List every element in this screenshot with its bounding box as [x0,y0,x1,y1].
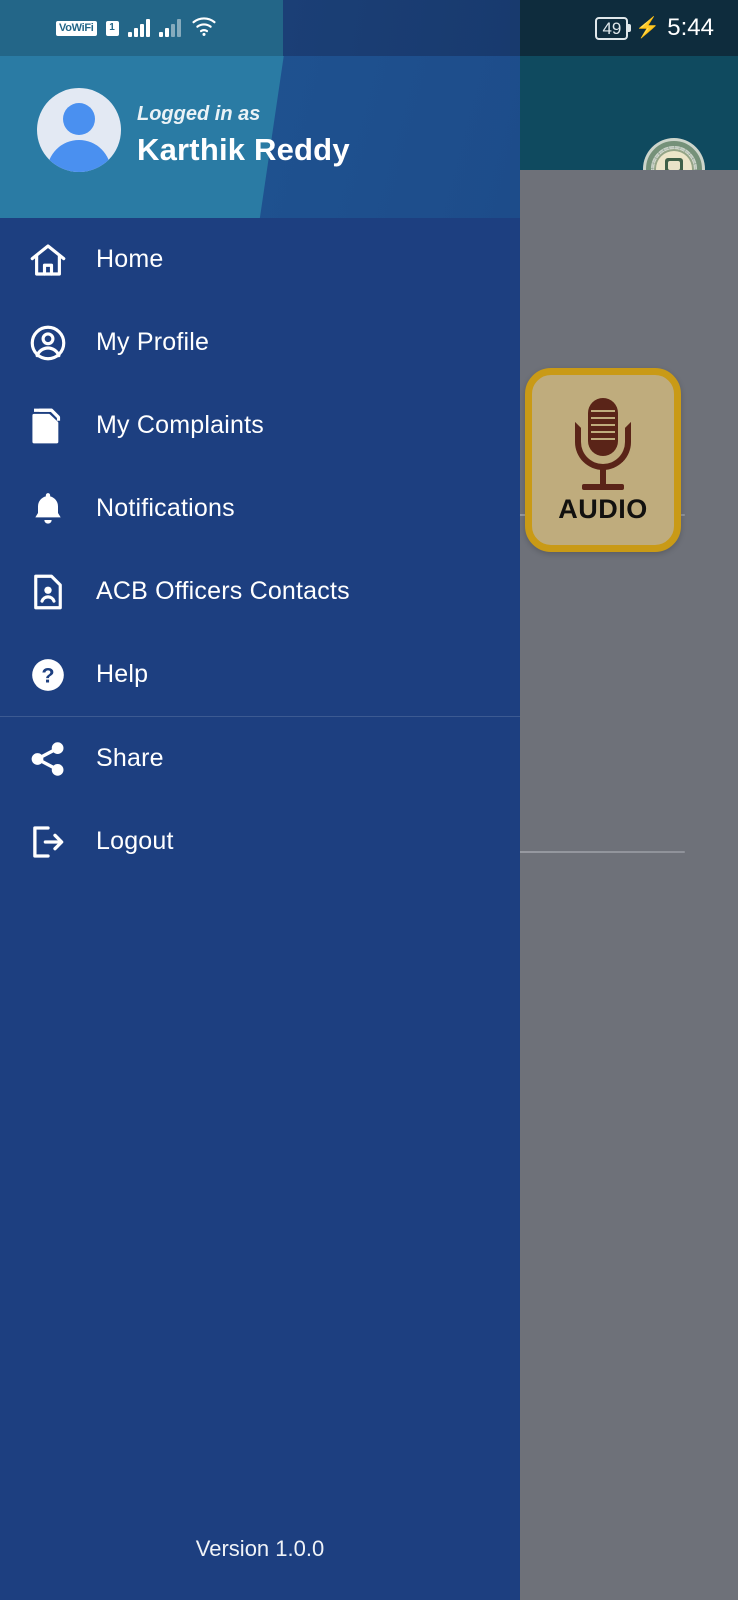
sidebar-item-my-complaints[interactable]: My Complaints [0,384,520,467]
status-bar-icons: VoWiFi 1 [56,0,218,56]
sidebar-item-label: Help [96,660,149,688]
audio-card-label: AUDIO [558,493,648,524]
logged-in-block: Logged in as Karthik Reddy [137,103,477,168]
help-circle-icon: ? [0,655,96,695]
sidebar-item-label: ACB Officers Contacts [96,577,350,605]
sidebar-item-acb-officers-contacts[interactable]: ACB Officers Contacts [0,550,520,633]
status-bar-mid-bg [283,0,520,56]
app-version-label: Version 1.0.0 [195,1536,325,1561]
logged-in-label: Logged in as [137,103,261,125]
avatar-person-icon-head [63,103,95,135]
battery-icon: 49 [595,16,629,40]
logged-in-user-name: Karthik Reddy [137,132,350,167]
app-screen: AUDIO Logged in as Karthik Reddy Home My… [0,0,738,1600]
share-nodes-icon [0,738,96,780]
wifi-icon [190,15,218,42]
sidebar-item-label: Logout [96,827,174,855]
sidebar-item-notifications[interactable]: Notifications [0,467,520,550]
audio-complaint-card[interactable]: AUDIO [525,368,681,552]
status-bar: VoWiFi 1 49 ⚡ 5:44 [0,0,738,56]
contact-card-icon [0,571,96,613]
status-bar-right: 49 ⚡ 5:44 [595,0,714,56]
signal-bars-icon [127,19,150,37]
sidebar-item-help[interactable]: ? Help [0,633,520,716]
sidebar-item-label: Share [96,744,164,772]
sim-slot-icon: 1 [105,20,119,36]
svg-text:?: ? [41,662,54,687]
sidebar-item-logout[interactable]: Logout [0,800,520,883]
avatar-person-icon-body [47,140,111,172]
documents-copy-icon [0,405,96,447]
bell-icon [0,489,96,529]
account-circle-icon [0,322,96,364]
sidebar-item-label: Home [96,245,164,273]
sidebar-item-label: My Profile [96,328,210,356]
microphone-icon [566,396,640,492]
sidebar-item-label: Notifications [96,494,235,522]
clock: 5:44 [667,14,714,41]
sidebar-item-label: My Complaints [96,411,264,439]
sidebar-item-share[interactable]: Share [0,717,520,800]
vowifi-icon: VoWiFi [56,20,97,36]
sidebar-item-home[interactable]: Home [0,218,520,301]
home-icon [0,239,96,281]
avatar[interactable] [37,88,121,172]
drawer-menu: Home My Profile My Complaints Notificati… [0,218,520,883]
sidebar-item-my-profile[interactable]: My Profile [0,301,520,384]
navigation-drawer: Logged in as Karthik Reddy Home My Profi… [0,0,520,1600]
signal-bars-weak-icon [158,19,181,37]
charging-bolt-icon: ⚡ [635,17,661,39]
logout-arrow-icon [0,821,96,863]
